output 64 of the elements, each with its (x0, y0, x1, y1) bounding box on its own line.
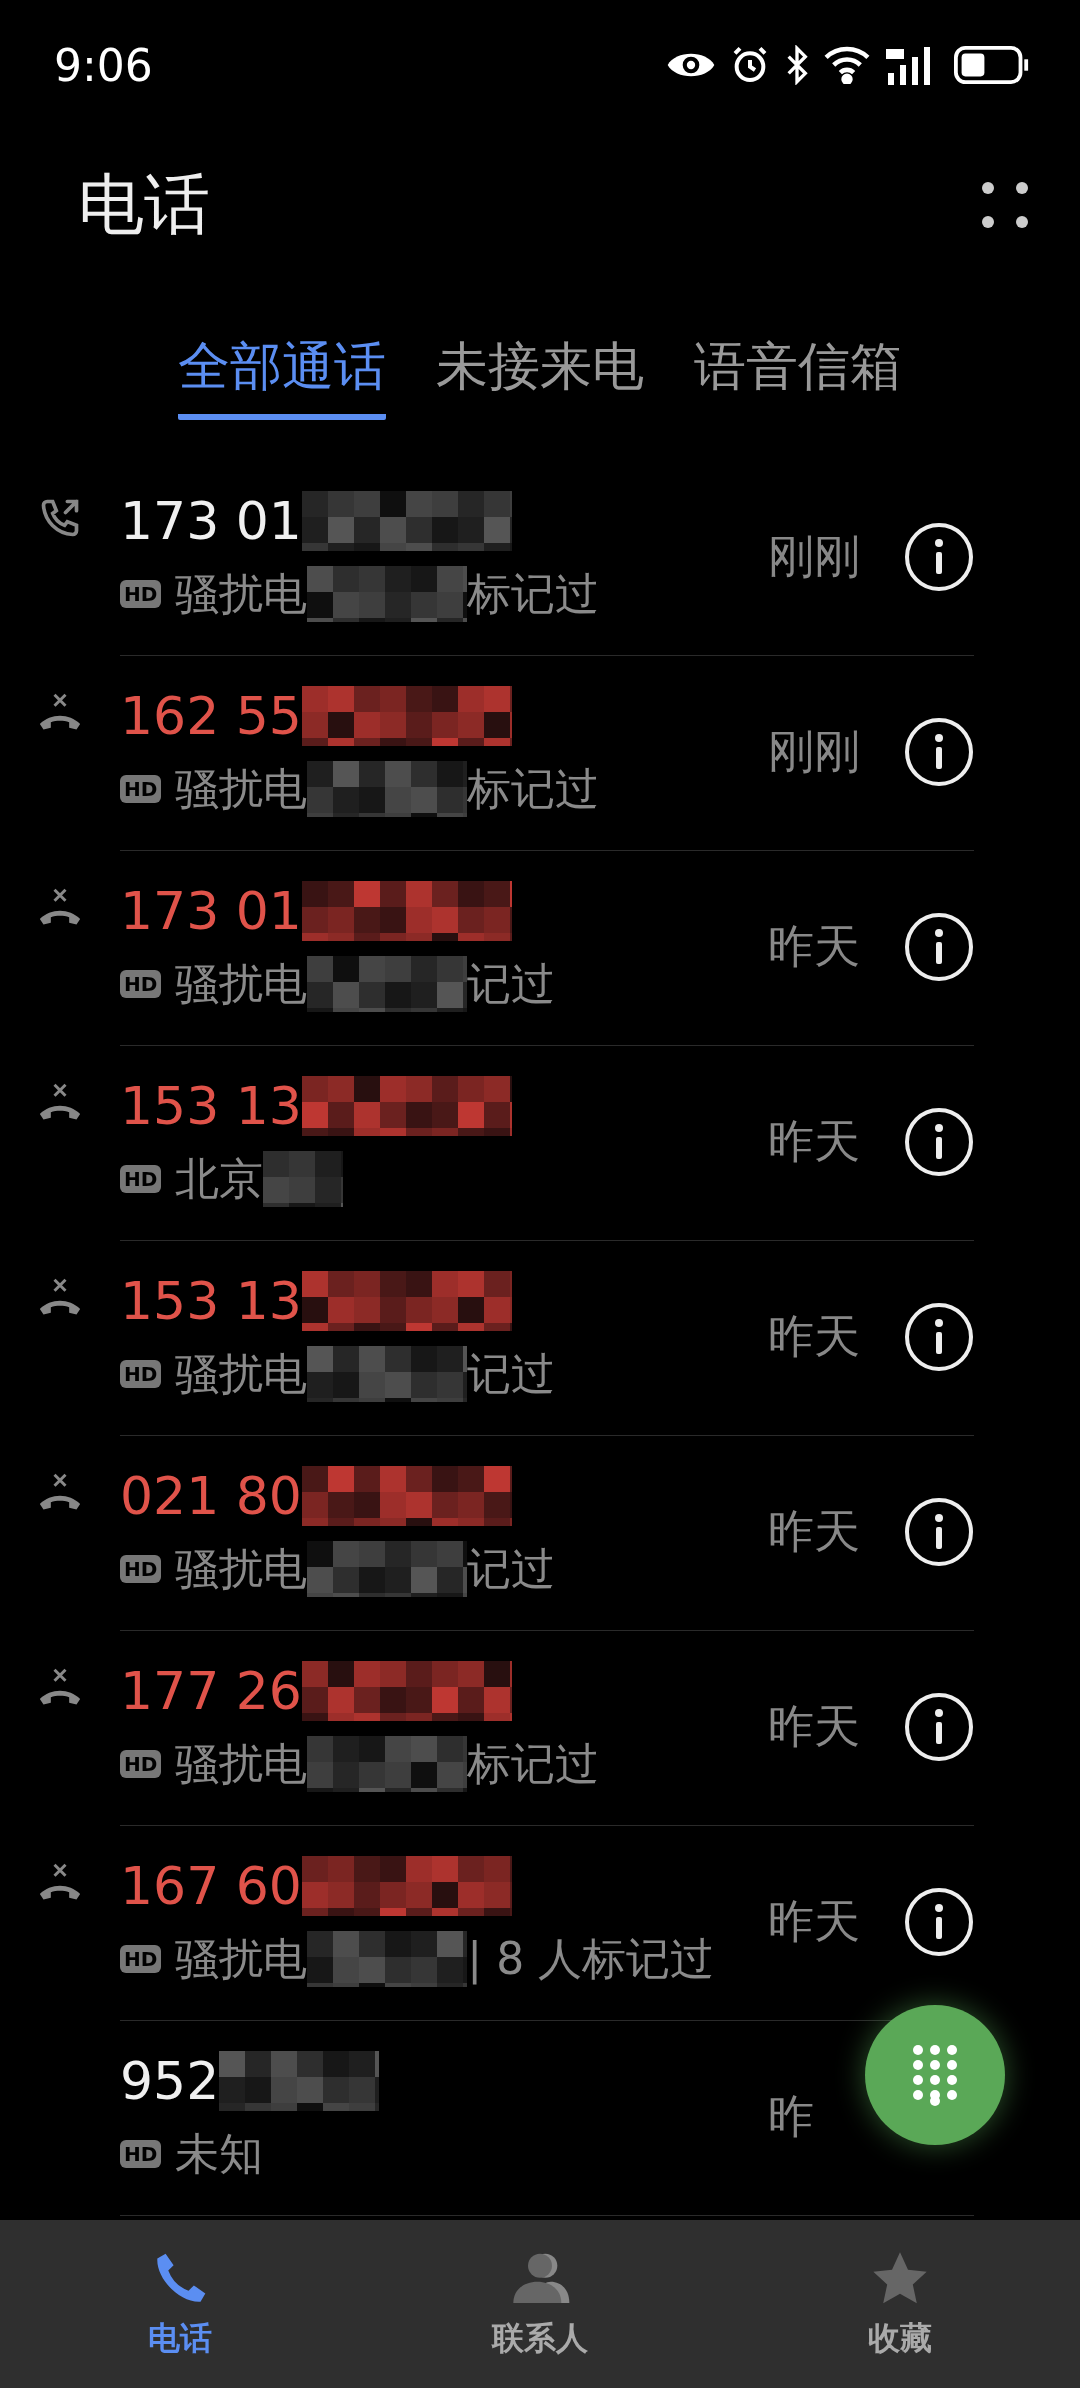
call-label: 未知 (175, 2126, 264, 2181)
phone-number: 153 13 (120, 1270, 302, 1331)
call-filter-tab[interactable]: 语音信箱 (694, 320, 902, 420)
call-label: 骚扰电 (175, 761, 308, 816)
info-icon[interactable] (904, 912, 974, 982)
phone-number: 153 13 (120, 1075, 302, 1136)
call-time: 昨天 (768, 1893, 861, 1950)
info-icon[interactable] (904, 1692, 974, 1762)
nav-tab[interactable]: 联系人 (420, 2246, 660, 2362)
call-filter-tab[interactable]: 未接来电 (436, 320, 644, 420)
call-time: 昨天 (768, 918, 861, 975)
dialpad-icon (910, 2044, 960, 2106)
phone-number: 167 60 (120, 1855, 302, 1916)
dialpad-button[interactable] (865, 2005, 1005, 2145)
phone-number: 177 26 (120, 1660, 302, 1721)
call-time: 刚刚 (768, 528, 861, 585)
call-label: 北京 (175, 1151, 264, 1206)
phone-number: 173 01 (120, 490, 302, 551)
call-label: 骚扰电 (175, 956, 308, 1011)
call-time: 刚刚 (768, 723, 861, 780)
hd-badge: HD (120, 2140, 162, 2168)
call-label: 记过 (467, 1346, 556, 1401)
more-options-icon[interactable] (980, 180, 1030, 230)
call-time: 昨天 (768, 1698, 861, 1755)
call-filter-tab[interactable]: 全部通话 (178, 320, 386, 420)
info-icon[interactable] (904, 522, 974, 592)
call-label: 记过 (467, 1541, 556, 1596)
hd-badge: HD (120, 1555, 162, 1583)
call-label: | 8 人标记过 (467, 1931, 715, 1987)
page-title: 电话 (78, 165, 210, 245)
wifi-icon (824, 46, 870, 84)
hd-badge: HD (120, 1165, 162, 1193)
nav-tab[interactable]: 收藏 (780, 2246, 1020, 2362)
status-time: 9:06 (54, 39, 153, 91)
call-label: 骚扰电 (175, 566, 308, 621)
call-label: 标记过 (467, 566, 600, 621)
hd-badge: HD (120, 775, 162, 803)
hd-badge: HD (120, 1750, 162, 1778)
info-icon[interactable] (904, 1107, 974, 1177)
phone-number: 162 55 (120, 685, 302, 746)
info-icon[interactable] (904, 1497, 974, 1567)
call-label: 骚扰电 (175, 1931, 308, 1986)
nav-tab[interactable]: 电话 (60, 2246, 300, 2362)
call-time: 昨 (768, 2088, 815, 2145)
phone-number: 173 01 (120, 880, 302, 941)
info-icon[interactable] (904, 1887, 974, 1957)
call-time: 昨天 (768, 1503, 861, 1560)
call-time: 昨天 (768, 1308, 861, 1365)
hd-badge: HD (120, 580, 162, 608)
call-label: 骚扰电 (175, 1541, 308, 1596)
call-label: 骚扰电 (175, 1346, 308, 1401)
phone-number: 952 (120, 2050, 220, 2111)
call-label: 标记过 (467, 1736, 600, 1791)
info-icon[interactable] (904, 717, 974, 787)
hd-badge: HD (120, 1360, 162, 1388)
info-icon[interactable] (904, 1302, 974, 1372)
call-label: 标记过 (467, 761, 600, 816)
phone-number: 021 80 (120, 1465, 302, 1526)
hd-badge: HD (120, 1945, 162, 1973)
call-label: 骚扰电 (175, 1736, 308, 1791)
call-label: 记过 (467, 956, 556, 1011)
battery-icon (954, 46, 1030, 84)
hd-badge: HD (120, 970, 162, 998)
call-time: 昨天 (768, 1113, 861, 1170)
